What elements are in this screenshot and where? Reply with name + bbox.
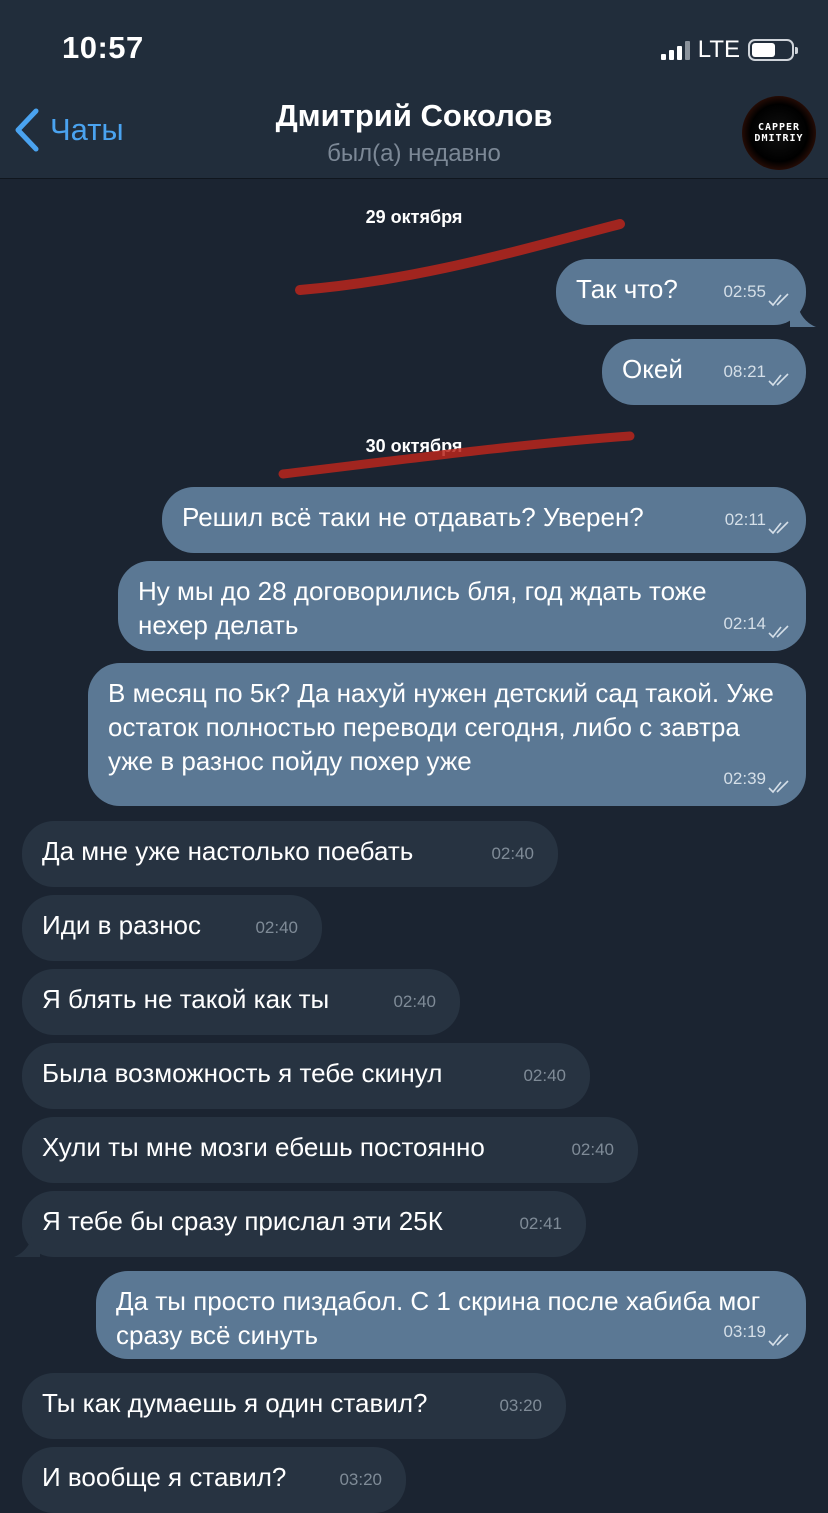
bubble-tail <box>790 306 816 327</box>
message-time: 03:20 <box>339 1470 382 1489</box>
message-time: 02:40 <box>491 844 534 863</box>
message-bubble[interactable]: Окей 08:21 <box>602 339 806 405</box>
message-bubble[interactable]: И вообще я ставил? 03:20 <box>22 1447 406 1513</box>
message-time: 02:39 <box>723 769 766 788</box>
status-time: 10:57 <box>62 30 144 65</box>
contact-status: был(а) недавно <box>327 140 501 167</box>
message-bubble[interactable]: Иди в разнос 02:40 <box>22 895 322 961</box>
message-text: Окей <box>622 354 683 384</box>
message-bubble[interactable]: Я тебе бы сразу прислал эти 25К 02:41 <box>22 1191 586 1257</box>
bubble-tail <box>14 1236 40 1257</box>
message-time: 02:55 <box>723 282 766 301</box>
message-text: И вообще я ставил? <box>42 1462 287 1492</box>
contact-info[interactable]: Дмитрий Соколов был(а) недавно <box>0 98 828 168</box>
message-text: В месяц по 5к? Да нахуй нужен детский са… <box>108 678 774 776</box>
avatar-text-1: CAPPER <box>757 122 801 133</box>
message-time: 08:21 <box>723 362 766 381</box>
signal-icon <box>660 40 690 60</box>
message-time: 02:40 <box>255 918 298 937</box>
double-check-icon <box>768 1333 789 1347</box>
avatar[interactable]: CAPPER DMITRIY <box>742 96 816 170</box>
message-text: Я тебе бы сразу прислал эти 25К <box>42 1206 443 1236</box>
contact-name: Дмитрий Соколов <box>275 98 553 133</box>
chat-header: 10:57 LTE Чаты Дмитрий Соколов был(а) не… <box>0 0 828 179</box>
date-separator: 29 октября <box>365 207 463 227</box>
battery-icon <box>748 39 798 61</box>
message-bubble[interactable]: Да ты просто пиздабол. С 1 скрина после … <box>96 1271 806 1359</box>
message-time: 02:41 <box>519 1214 562 1233</box>
message-time: 02:40 <box>393 992 436 1011</box>
network-type: LTE <box>697 36 740 63</box>
message-text: Хули ты мне мозги ебешь постоянно <box>42 1132 485 1162</box>
message-text: Да ты просто пиздабол. С 1 скрина после … <box>116 1286 761 1350</box>
message-text: Решил всё таки не отдавать? Уверен? <box>182 502 644 532</box>
double-check-icon <box>768 780 789 794</box>
message-text: Ну мы до 28 договорились бля, год ждать … <box>138 576 707 640</box>
message-bubble[interactable]: Ну мы до 28 договорились бля, год ждать … <box>118 561 806 651</box>
message-text: Ты как думаешь я один ставил? <box>42 1388 428 1418</box>
message-bubble[interactable]: Ты как думаешь я один ставил? 03:20 <box>22 1373 566 1439</box>
message-bubble[interactable]: Хули ты мне мозги ебешь постоянно 02:40 <box>22 1117 638 1183</box>
message-bubble[interactable]: Так что? 02:55 <box>556 259 806 325</box>
message-bubble[interactable]: Я блять не такой как ты 02:40 <box>22 969 460 1035</box>
avatar-text-2: DMITRIY <box>754 133 804 144</box>
message-text: Я блять не такой как ты <box>42 984 330 1014</box>
double-check-icon <box>768 521 789 535</box>
message-time: 02:14 <box>723 614 766 633</box>
double-check-icon <box>768 293 789 307</box>
message-time: 03:20 <box>499 1396 542 1415</box>
message-text: Так что? <box>576 274 678 304</box>
double-check-icon <box>768 373 789 387</box>
message-text: Иди в разнос <box>42 910 202 940</box>
status-indicators: LTE <box>660 36 798 64</box>
date-separator: 30 октября <box>365 436 463 456</box>
message-bubble[interactable]: Да мне уже настолько поебать 02:40 <box>22 821 558 887</box>
message-bubble[interactable]: Решил всё таки не отдавать? Уверен? 02:1… <box>162 487 806 553</box>
message-time: 02:11 <box>724 510 766 529</box>
double-check-icon <box>768 625 789 639</box>
message-time: 02:40 <box>523 1066 566 1085</box>
message-bubble[interactable]: Была возможность я тебе скинул 02:40 <box>22 1043 590 1109</box>
message-text: Была возможность я тебе скинул <box>42 1058 443 1088</box>
message-time: 03:19 <box>723 1322 766 1341</box>
message-bubble[interactable]: В месяц по 5к? Да нахуй нужен детский са… <box>88 663 806 806</box>
message-time: 02:40 <box>571 1140 614 1159</box>
message-text: Да мне уже настолько поебать <box>42 836 414 866</box>
